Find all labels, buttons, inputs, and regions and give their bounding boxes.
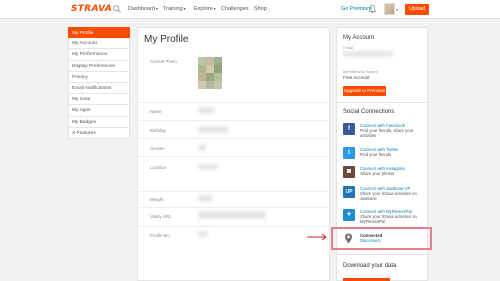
- upload-button[interactable]: Upload: [405, 4, 429, 15]
- myfitnesspal-icon: ✦: [343, 209, 355, 221]
- chevron-down-icon: ▾: [213, 6, 216, 11]
- sidebar-item-my-apps[interactable]: My Apps: [68, 105, 130, 117]
- nav-shop[interactable]: Shop: [254, 6, 267, 12]
- profile-bio-label: Profile Bio: [150, 233, 170, 238]
- my-account-title: My Account: [343, 35, 375, 41]
- name-field[interactable]: [198, 107, 214, 114]
- jawbone-icon: UP: [343, 186, 355, 198]
- page-title: My Profile: [144, 34, 189, 45]
- vanity-url-field[interactable]: [198, 211, 266, 219]
- myfitnesspal-description: Share your Strava activities on MyFitnes…: [360, 214, 417, 225]
- social-item-facebook: f Connect with Facebook Find your friend…: [343, 123, 427, 141]
- instagram-description: Share your photos: [360, 171, 395, 176]
- nav-explore[interactable]: Explore▾: [194, 6, 216, 12]
- sidebar-item-my-badges[interactable]: My Badges: [68, 116, 130, 128]
- sidebar-item-display-preferences[interactable]: Display Preferences: [68, 60, 130, 72]
- nav-dashboard[interactable]: Dashboard▾: [128, 6, 158, 12]
- avatar[interactable]: [384, 3, 395, 15]
- twitter-icon: t: [343, 147, 355, 159]
- chevron-down-icon: ▾: [155, 6, 158, 11]
- birthday-label: Birthday: [150, 128, 166, 133]
- profile-bio-field[interactable]: [198, 231, 208, 237]
- current-photo-label: Current Photo: [150, 59, 177, 64]
- social-connections-title: Social Connections: [343, 109, 395, 115]
- jawbone-description: Share your Strava activities on Jawbone: [360, 191, 417, 202]
- location-label: Location: [150, 165, 167, 170]
- settings-sidebar: My Profile My Account My Performance Dis…: [68, 27, 130, 139]
- top-nav: STRAVA Dashboard▾ Training▾ Explore▾ Cha…: [0, 0, 500, 19]
- sidebar-item-my-gear[interactable]: My Gear: [68, 94, 130, 106]
- weight-label: Weight: [150, 197, 164, 202]
- sidebar-item-my-account[interactable]: My Account: [68, 38, 130, 50]
- email-label: Email: [343, 45, 354, 50]
- profile-photo[interactable]: [198, 57, 222, 89]
- facebook-description: Find your friends, share your activities: [360, 128, 414, 139]
- nav-challenges[interactable]: Challenges: [221, 6, 249, 12]
- nav-training[interactable]: Training▾: [163, 6, 186, 12]
- location-field[interactable]: [198, 164, 218, 170]
- vanity-url-label: Vanity URL: [150, 214, 172, 219]
- membership-status-value: Free Account: [343, 75, 370, 80]
- twitter-description: Find your friends: [360, 152, 392, 157]
- birthday-field[interactable]: [198, 126, 228, 133]
- bell-icon[interactable]: [368, 4, 377, 14]
- upgrade-to-premium-button[interactable]: Upgrade to Premium: [343, 86, 386, 96]
- membership-status-label: Membership Status: [343, 69, 378, 74]
- social-item-myfitnesspal: ✦ Connect with MyFitnessPal Share your S…: [343, 209, 427, 227]
- chevron-down-icon: ▾: [183, 6, 186, 11]
- gender-label: Gender: [150, 146, 165, 151]
- name-label: Name: [150, 109, 162, 114]
- download-data-title: Download your data: [343, 263, 397, 269]
- highlight-box: [331, 227, 432, 250]
- social-item-instagram: ◙ Connect with Instagram Share your phot…: [343, 166, 427, 184]
- sidebar-item-privacy[interactable]: Privacy: [68, 71, 130, 83]
- social-item-jawbone: UP Connect with Jawbone UP Share your St…: [343, 186, 427, 204]
- facebook-icon: f: [343, 123, 355, 135]
- email-value: [343, 51, 393, 57]
- instagram-icon: ◙: [343, 166, 355, 178]
- strava-logo[interactable]: STRAVA: [71, 4, 112, 14]
- sidebar-item-email-notifications[interactable]: Email Notifications: [68, 82, 130, 95]
- chevron-down-icon[interactable]: ▾: [396, 7, 398, 12]
- annotation-arrow-icon: [307, 233, 327, 241]
- sidebar-item-x-features[interactable]: X-Features: [68, 127, 130, 139]
- sidebar-item-my-profile[interactable]: My Profile: [68, 27, 130, 39]
- search-icon[interactable]: [112, 4, 122, 14]
- sidebar-item-my-performance[interactable]: My Performance: [68, 49, 130, 61]
- gender-field[interactable]: [198, 144, 206, 151]
- weight-field[interactable]: [198, 195, 212, 202]
- social-item-twitter: t Connect with Twitter Find your friends: [343, 147, 427, 165]
- profile-panel: My Profile Current Photo Name Birthday G…: [137, 27, 331, 281]
